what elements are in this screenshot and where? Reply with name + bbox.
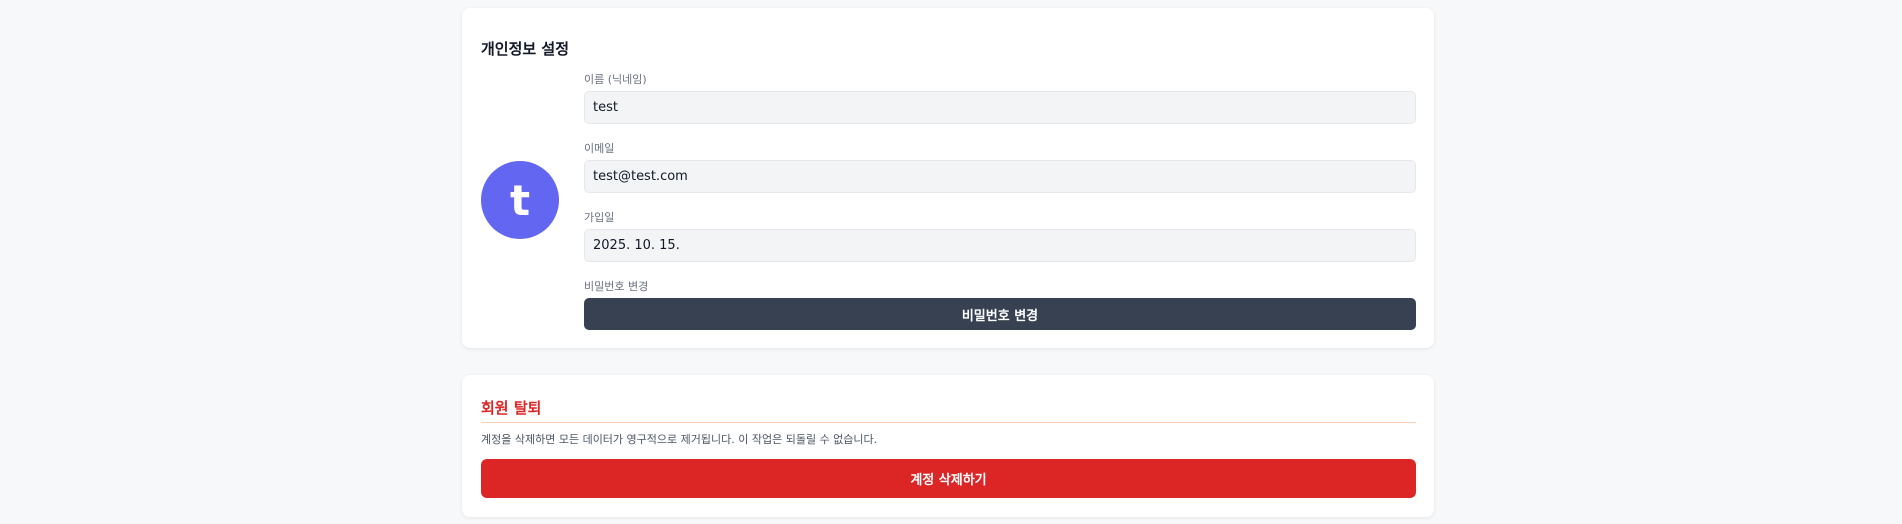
email-label: 이메일	[584, 142, 615, 155]
name-field[interactable]: test	[584, 91, 1416, 124]
name-label: 이름 (닉네임)	[584, 73, 647, 86]
change-password-label: 비밀번호 변경	[584, 280, 649, 293]
join-date-field[interactable]: 2025. 10. 15.	[584, 229, 1416, 262]
delete-account-warning: 계정을 삭제하면 모든 데이터가 영구적으로 제거됩니다. 이 작업은 되돌릴 …	[481, 433, 878, 446]
change-password-button[interactable]: 비밀번호 변경	[584, 298, 1416, 330]
delete-account-card: 회원 탈퇴 계정을 삭제하면 모든 데이터가 영구적으로 제거됩니다. 이 작업…	[462, 375, 1434, 517]
email-field[interactable]: test@test.com	[584, 160, 1416, 193]
avatar: t	[481, 161, 559, 239]
profile-settings-title: 개인정보 설정	[481, 40, 570, 58]
profile-settings-card: 개인정보 설정 t 이름 (닉네임) test 이메일 test@test.co…	[462, 8, 1434, 348]
divider	[481, 422, 1416, 423]
join-date-label: 가입일	[584, 211, 615, 224]
delete-account-button[interactable]: 계정 삭제하기	[481, 459, 1416, 498]
delete-account-title: 회원 탈퇴	[481, 399, 542, 417]
